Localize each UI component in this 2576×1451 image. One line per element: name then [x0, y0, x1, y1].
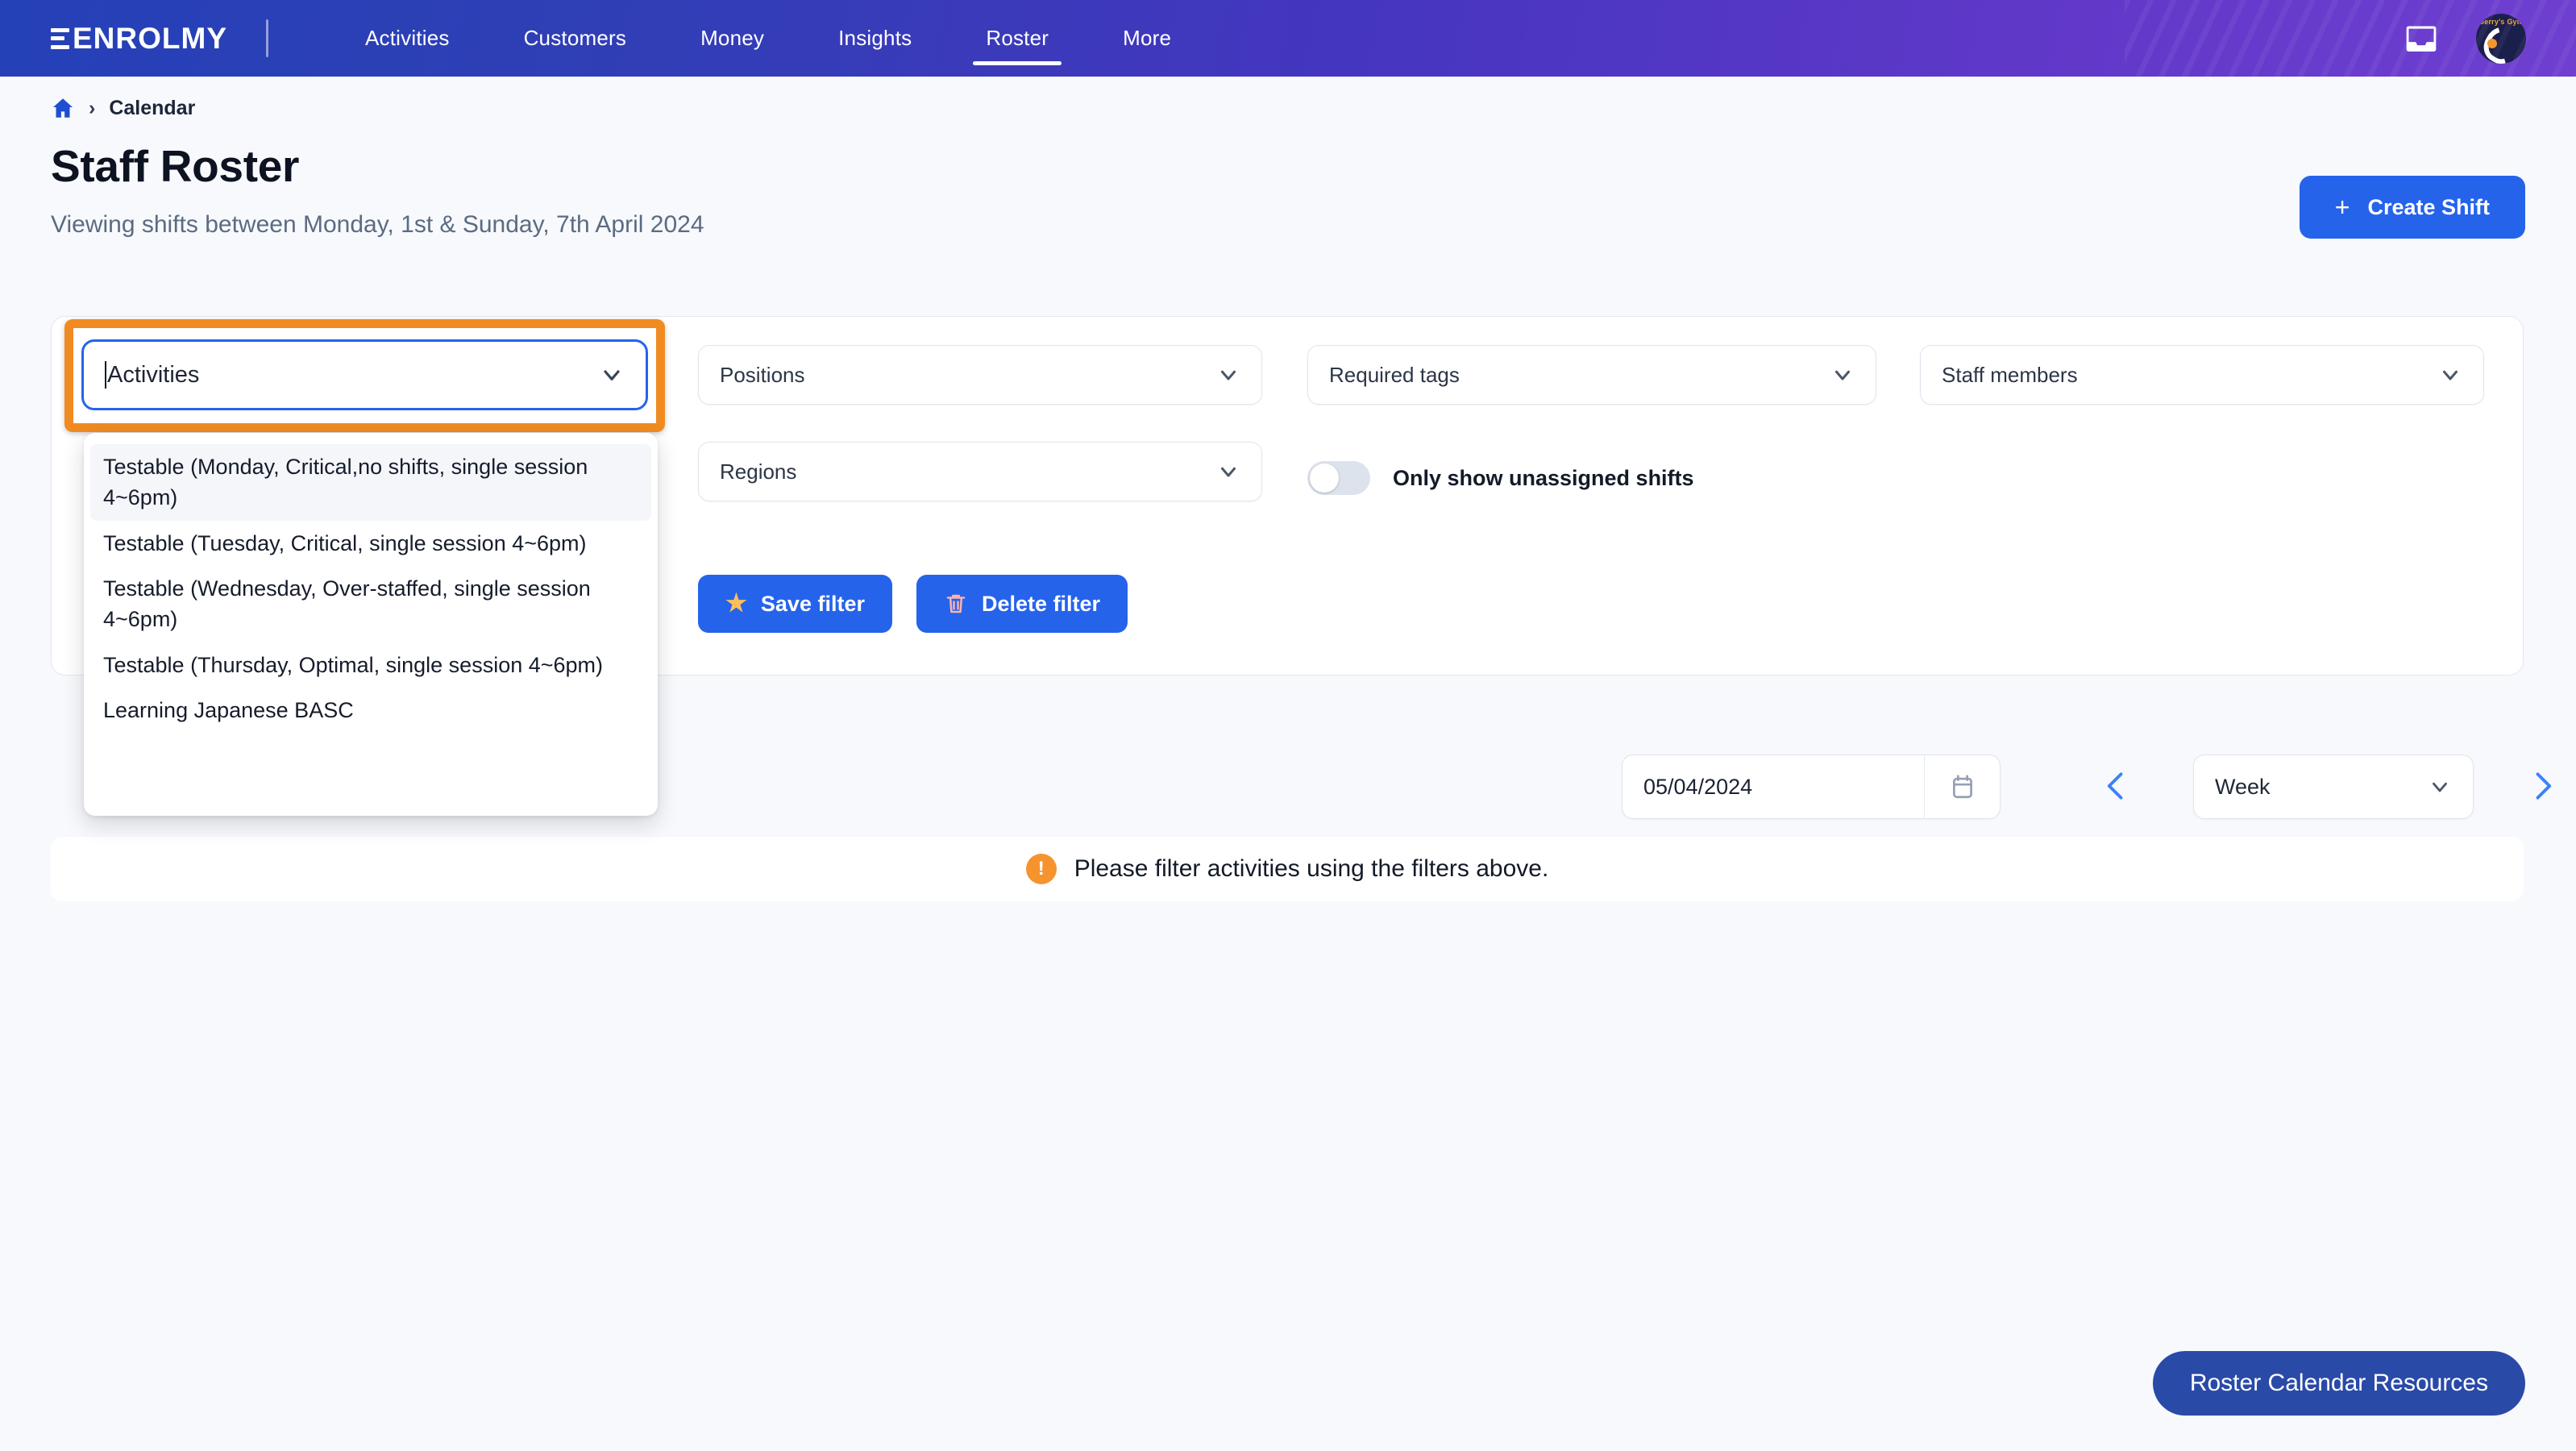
create-shift-button[interactable]: + Create Shift — [2299, 176, 2525, 239]
avatar-dot-icon — [2487, 38, 2497, 48]
page-subtitle: Viewing shifts between Monday, 1st & Sun… — [51, 211, 704, 238]
activities-dropdown-menu: Testable (Monday, Critical,no shifts, si… — [84, 433, 658, 816]
nav-item-money[interactable]: Money — [663, 0, 801, 77]
avatar-brand-text: Gerry's Gym — [2478, 17, 2524, 26]
empty-state-message-text: Please filter activities using the filte… — [1074, 855, 1549, 882]
chevron-down-icon — [2428, 775, 2452, 799]
nav-item-insights[interactable]: Insights — [801, 0, 949, 77]
unassigned-shifts-toggle-row: Only show unassigned shifts — [1307, 461, 1694, 495]
required-tags-select[interactable]: Required tags — [1307, 345, 1876, 405]
view-mode-label: Week — [2215, 774, 2271, 799]
view-mode-select[interactable]: Week — [2193, 755, 2474, 819]
nav-item-roster[interactable]: Roster — [949, 0, 1086, 77]
activities-option[interactable]: Testable (Tuesday, Critical, single sess… — [84, 521, 658, 566]
breadcrumb-item-calendar[interactable]: Calendar — [109, 97, 195, 120]
calendar-icon[interactable] — [1924, 755, 2000, 818]
logo-text: ENROLMY — [73, 22, 227, 55]
empty-state-message-card: ! Please filter activities using the fil… — [51, 837, 2524, 901]
page-title: Staff Roster — [51, 141, 300, 191]
activities-select-input[interactable]: Activities — [81, 339, 648, 410]
staff-members-select-label: Staff members — [1942, 362, 2078, 387]
chevron-down-icon — [1216, 459, 1240, 484]
toggle-knob — [1310, 464, 1339, 493]
logo-e-mark-icon — [51, 27, 69, 50]
nav-item-label: Customers — [523, 26, 627, 50]
chevron-down-icon — [1830, 363, 1855, 387]
nav-item-label: Activities — [365, 26, 450, 50]
enrolmy-logo[interactable]: ENROLMY — [51, 23, 227, 53]
nav-item-customers[interactable]: Customers — [487, 0, 664, 77]
date-picker-field[interactable]: 05/04/2024 — [1622, 755, 2001, 819]
plus-icon: + — [2334, 193, 2350, 222]
nav-item-label: Insights — [838, 26, 912, 50]
activities-option[interactable]: Learning Japanese BASC — [84, 688, 658, 733]
regions-select-label: Regions — [720, 459, 797, 484]
logo-divider — [266, 19, 268, 57]
unassigned-shifts-toggle-label: Only show unassigned shifts — [1393, 465, 1694, 490]
main-nav-items: Activities Customers Money Insights Rost… — [328, 0, 1208, 77]
avatar[interactable]: Gerry's Gym — [2476, 13, 2526, 64]
star-icon: ★ — [725, 590, 747, 617]
chevron-down-icon — [2438, 363, 2462, 387]
previous-period-button[interactable] — [2088, 758, 2145, 814]
page-body: › Calendar Staff Roster Viewing shifts b… — [0, 77, 2576, 239]
text-caret — [105, 361, 106, 389]
activities-option[interactable]: Testable (Wednesday, Over-staffed, singl… — [84, 566, 658, 642]
filter-actions: ★ Save filter Delete filter — [698, 575, 1128, 633]
create-shift-label: Create Shift — [2367, 194, 2490, 219]
nav-item-more[interactable]: More — [1086, 0, 1208, 77]
activities-option[interactable]: Testable (Monday, Critical,no shifts, si… — [90, 444, 651, 521]
chevron-down-icon[interactable] — [599, 362, 625, 388]
nav-item-label: Money — [700, 26, 765, 50]
home-icon[interactable] — [51, 96, 75, 120]
staff-members-select[interactable]: Staff members — [1920, 345, 2484, 405]
activities-option[interactable]: Testable (Thursday, Optimal, single sess… — [84, 642, 658, 688]
positions-select-label: Positions — [720, 362, 805, 387]
warning-icon: ! — [1025, 854, 1057, 884]
nav-item-label: Roster — [986, 26, 1049, 50]
breadcrumb-separator: › — [89, 96, 96, 119]
required-tags-select-label: Required tags — [1329, 362, 1460, 387]
inbox-icon[interactable] — [2404, 23, 2439, 54]
date-input[interactable]: 05/04/2024 — [1622, 775, 1924, 800]
nav-item-label: More — [1123, 26, 1172, 50]
trash-icon — [944, 592, 968, 616]
activities-select-placeholder: Activities — [107, 361, 200, 388]
nav-item-activities[interactable]: Activities — [328, 0, 487, 77]
nav-right-actions: Gerry's Gym — [2404, 13, 2576, 64]
roster-calendar-resources-button[interactable]: Roster Calendar Resources — [2152, 1351, 2525, 1416]
next-period-button[interactable] — [2514, 758, 2570, 814]
roster-calendar-resources-label: Roster Calendar Resources — [2189, 1370, 2488, 1396]
delete-filter-label: Delete filter — [981, 591, 1101, 616]
breadcrumb: › Calendar — [51, 77, 2525, 120]
chevron-down-icon — [1216, 363, 1240, 387]
avatar-swoosh-icon — [2478, 20, 2526, 64]
top-navigation-bar: ENROLMY Activities Customers Money Insig… — [0, 0, 2576, 77]
save-filter-button[interactable]: ★ Save filter — [698, 575, 892, 633]
delete-filter-button[interactable]: Delete filter — [916, 575, 1128, 633]
positions-select[interactable]: Positions — [698, 345, 1262, 405]
save-filter-label: Save filter — [760, 591, 865, 616]
regions-select[interactable]: Regions — [698, 442, 1262, 501]
unassigned-shifts-toggle[interactable] — [1307, 461, 1370, 495]
